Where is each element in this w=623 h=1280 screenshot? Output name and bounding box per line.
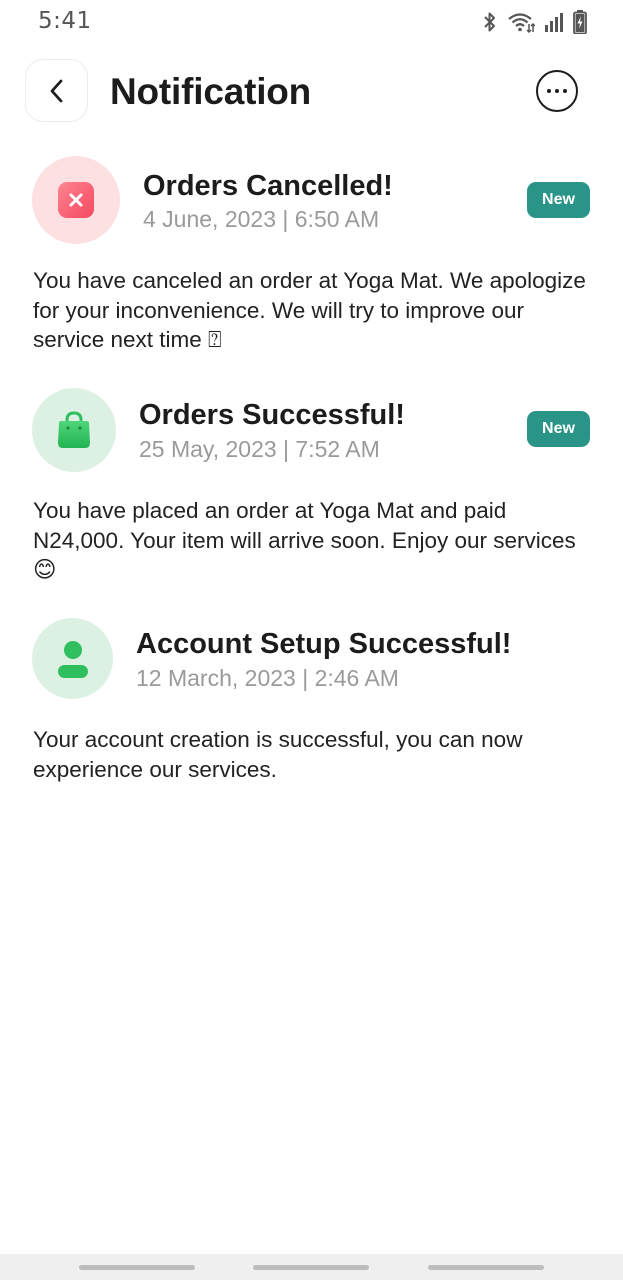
notification-icon-circle xyxy=(32,156,120,244)
new-badge: New xyxy=(527,411,590,447)
status-time: 5:41 xyxy=(38,8,92,34)
cancel-icon xyxy=(58,182,94,218)
notification-item-orders-cancelled[interactable]: Orders Cancelled! 4 June, 2023 | 6:50 AM… xyxy=(0,156,623,366)
wifi-icon xyxy=(508,13,535,33)
notification-item-account-setup[interactable]: Account Setup Successful! 12 March, 2023… xyxy=(0,618,623,788)
notification-item-orders-successful[interactable]: Orders Successful! 25 May, 2023 | 7:52 A… xyxy=(0,388,623,598)
notification-icon-circle xyxy=(32,618,113,699)
notification-message: You have placed an order at Yoga Mat and… xyxy=(33,498,576,582)
signal-icon xyxy=(545,13,563,32)
more-dot xyxy=(563,89,567,93)
new-badge: New xyxy=(527,182,590,218)
bluetooth-icon xyxy=(484,12,495,32)
shopping-bag-icon xyxy=(58,411,90,448)
back-button[interactable] xyxy=(25,59,88,122)
nav-back[interactable] xyxy=(428,1265,544,1270)
more-dot xyxy=(555,89,559,93)
notification-date: 4 June, 2023 | 6:50 AM xyxy=(143,206,380,232)
page-title: Notification xyxy=(110,71,312,112)
nav-home[interactable] xyxy=(253,1265,369,1270)
notification-title: Orders Cancelled! xyxy=(143,170,393,202)
notification-message: You have canceled an order at Yoga Mat. … xyxy=(33,268,586,352)
battery-charging-icon xyxy=(573,10,587,34)
notification-icon-circle xyxy=(32,388,116,472)
header: Notification xyxy=(0,58,623,124)
user-icon xyxy=(57,640,88,678)
status-icons xyxy=(482,10,587,34)
more-horizontal-icon xyxy=(547,89,551,93)
notification-message: Your account creation is successful, you… xyxy=(33,727,523,782)
nav-recent-apps[interactable] xyxy=(79,1265,195,1270)
notification-date: 12 March, 2023 | 2:46 AM xyxy=(136,665,399,691)
notification-date: 25 May, 2023 | 7:52 AM xyxy=(139,436,380,462)
status-bar: 5:41 xyxy=(0,0,623,44)
notification-title: Orders Successful! xyxy=(139,399,405,431)
chevron-left-icon xyxy=(50,79,62,102)
system-navigation-bar xyxy=(0,1254,623,1280)
notification-title: Account Setup Successful! xyxy=(136,628,512,660)
more-options-button[interactable] xyxy=(536,70,578,112)
